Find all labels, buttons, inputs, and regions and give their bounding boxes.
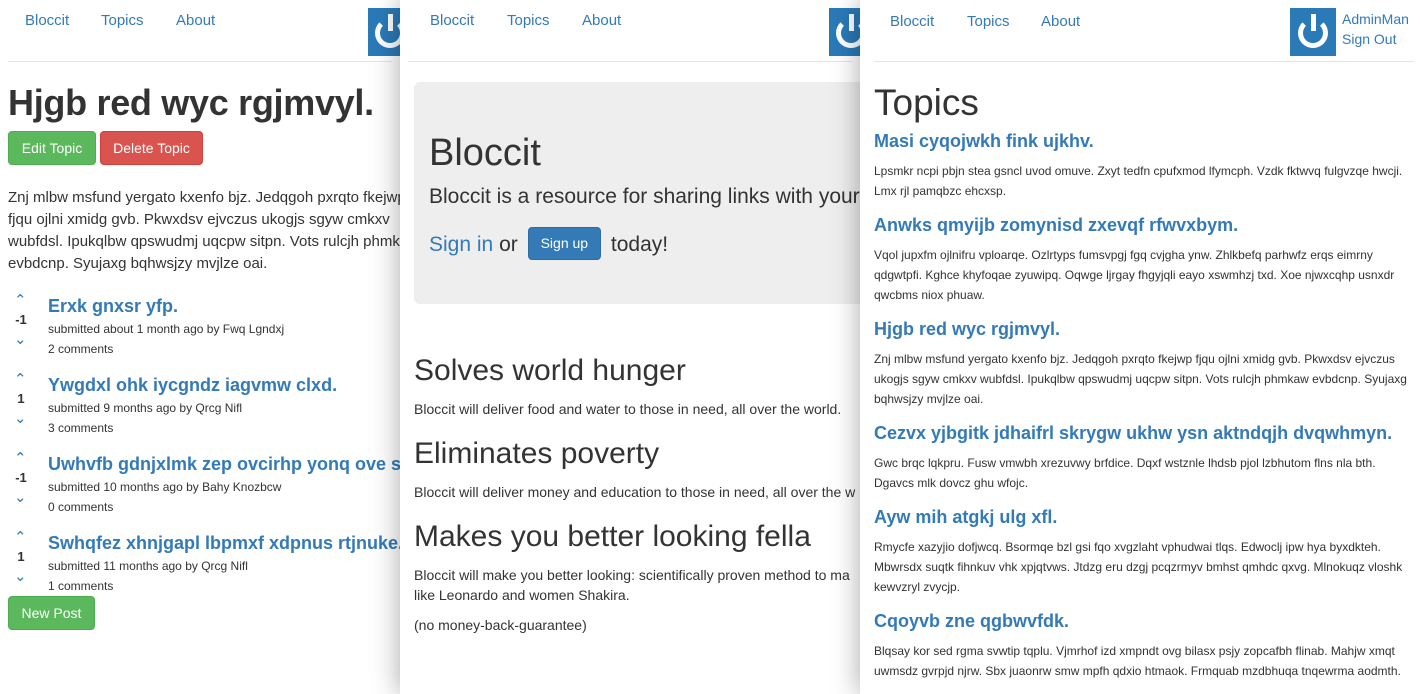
vote-count: -1 (15, 470, 27, 485)
feature-heading: Makes you better looking fella (414, 520, 811, 553)
feature-heading: Solves world hunger (414, 354, 686, 387)
feature-text: Bloccit will make you better looking: sc… (414, 567, 850, 583)
sign-in-link[interactable]: Sign in (429, 233, 493, 256)
power-ring (836, 18, 860, 48)
nav-topics-link[interactable]: Topics (101, 12, 144, 29)
nav-topics-link[interactable]: Topics (967, 13, 1010, 30)
navbar-divider (8, 61, 392, 62)
guarantee-note: (no money-back-guarantee) (414, 617, 587, 633)
post-item: ⌃ 1 ⌄ Ywgdxl ohk iycgndz iagvmw clxd. su… (8, 371, 400, 445)
feature-heading: Eliminates poverty (414, 437, 660, 470)
page-title: Topics (874, 82, 979, 123)
power-bar (1311, 14, 1316, 31)
avatar[interactable] (1290, 8, 1336, 56)
nav-brand-link[interactable]: Bloccit (25, 12, 69, 29)
topic-title-link[interactable]: Hjgb red wyc rgjmvyl. (874, 319, 1060, 340)
post-comments-count: 0 comments (48, 500, 114, 514)
post-comments-count: 1 comments (48, 579, 114, 593)
sign-in-line: Sign in or Sign up today! (429, 227, 669, 262)
topic-description: Znj mlbw msfund yergato kxenfo bjz. Jedq… (874, 352, 1407, 406)
sign-out-link[interactable]: Sign Out (1342, 31, 1396, 47)
topic-title-link[interactable]: Ayw mih atgkj ulg xfl. (874, 507, 1057, 528)
user-name-link[interactable]: AdminMan (1342, 11, 1409, 27)
post-item: ⌃ -1 ⌄ Uwhvfb gdnjxlmk zep ovcirhp yonq … (8, 450, 400, 524)
topic-show-window: Bloccit Topics About Hjgb red wyc rgjmvy… (0, 0, 400, 694)
topics-index-window: Bloccit Topics About AdminMan Sign Out T… (860, 0, 1420, 694)
post-item: ⌃ -1 ⌄ Erxk gnxsr yfp. submitted about 1… (8, 292, 400, 366)
topic-description: Rmycfe xazyjio dofjwcq. Bsormqe bzl gsi … (874, 540, 1403, 594)
post-comments-count: 2 comments (48, 342, 114, 356)
vote-count: -1 (15, 312, 27, 327)
power-bar (849, 14, 854, 31)
jumbotron: Bloccit Bloccit is a resource for sharin… (414, 82, 860, 304)
today-text: today! (610, 233, 669, 257)
power-bar (388, 14, 393, 31)
nav-about-link[interactable]: About (1041, 13, 1080, 30)
post-meta: submitted 10 months ago by Bahy Knozbcw (48, 480, 282, 494)
nav-brand-link[interactable]: Bloccit (430, 12, 474, 29)
post-title-link[interactable]: Erxk gnxsr yfp. (48, 296, 178, 317)
downvote-chevron-icon[interactable]: ⌄ (14, 488, 27, 506)
nav-brand-link[interactable]: Bloccit (890, 13, 934, 30)
delete-topic-button[interactable]: Delete Topic (100, 131, 203, 165)
navbar: Bloccit Topics About (400, 0, 860, 62)
topic-title-link[interactable]: Cezvx yjbgitk jdhaifrl skrygw ukhw ysn a… (874, 423, 1392, 444)
downvote-chevron-icon[interactable]: ⌄ (14, 567, 27, 585)
power-logo-icon[interactable] (368, 8, 400, 56)
vote-count: 1 (17, 391, 25, 406)
navbar-divider (874, 61, 1414, 62)
post-comments-count: 3 comments (48, 421, 114, 435)
edit-topic-button[interactable]: Edit Topic (8, 131, 96, 165)
feature-text: Bloccit will deliver food and water to t… (414, 401, 842, 417)
topic-description: Vqol jupxfm ojlnifru vploarqe. Ozlrtyps … (874, 248, 1395, 302)
nav-about-link[interactable]: About (582, 12, 621, 29)
post-meta: submitted 9 months ago by Qrcg Nifl (48, 401, 243, 415)
upvote-chevron-icon[interactable]: ⌃ (14, 528, 27, 546)
navbar-divider (408, 61, 852, 62)
jumbotron-lead: Bloccit is a resource for sharing links … (429, 185, 860, 208)
topic-title: Hjgb red wyc rgjmvyl. (8, 82, 374, 123)
or-text: or (499, 233, 518, 257)
power-logo-icon[interactable] (829, 8, 860, 56)
jumbotron-title: Bloccit (429, 132, 541, 174)
upvote-chevron-icon[interactable]: ⌃ (14, 370, 27, 388)
topic-title-link[interactable]: Masi cyqojwkh fink ujkhv. (874, 131, 1094, 152)
post-meta: submitted about 1 month ago by Fwq Lgndx… (48, 322, 285, 336)
upvote-chevron-icon[interactable]: ⌃ (14, 291, 27, 309)
topic-description: Lpsmkr ncpi pbjn stea gsncl uvod omuve. … (874, 164, 1403, 198)
downvote-chevron-icon[interactable]: ⌄ (14, 409, 27, 427)
post-title-link[interactable]: Ywgdxl ohk iycgndz iagvmw clxd. (48, 375, 337, 396)
topic-title-link[interactable]: Cqoyvb zne qgbwvfdk. (874, 611, 1069, 632)
navbar: Bloccit Topics About (0, 0, 400, 62)
topic-description: Znj mlbw msfund yergato kxenfo bjz. Jedq… (8, 189, 400, 272)
nav-about-link[interactable]: About (176, 12, 215, 29)
feature-text-continued: like Leonardo and women Shakira. (414, 587, 630, 603)
sign-up-button[interactable]: Sign up (527, 227, 602, 260)
nav-topics-link[interactable]: Topics (507, 12, 550, 29)
topic-title-link[interactable]: Anwks qmyijb zomynisd zxevqf rfwvxbym. (874, 215, 1238, 236)
feature-text: Bloccit will deliver money and education… (414, 484, 856, 500)
new-post-button[interactable]: New Post (8, 596, 95, 630)
post-title-link[interactable]: Uwhvfb gdnjxlmk zep ovcirhp yonq ove sh (48, 454, 400, 475)
topic-description: Blqsay kor sed rgma svwtip tqplu. Vjmrho… (874, 644, 1401, 678)
post-title-link[interactable]: Swhqfez xhnjgapl lbpmxf xdpnus rtjnuke. (48, 533, 400, 554)
welcome-window: Bloccit Topics About Bloccit Bloccit is … (400, 0, 860, 694)
upvote-chevron-icon[interactable]: ⌃ (14, 449, 27, 467)
topic-description: Gwc brqc lqkpru. Fusw vmwbh xrezuvwy brf… (874, 456, 1376, 490)
downvote-chevron-icon[interactable]: ⌄ (14, 330, 27, 348)
post-meta: submitted 11 months ago by Qrcg Nifl (48, 559, 248, 573)
post-item: ⌃ 1 ⌄ Swhqfez xhnjgapl lbpmxf xdpnus rtj… (8, 529, 400, 603)
navbar: Bloccit Topics About AdminMan Sign Out (860, 0, 1420, 62)
vote-count: 1 (17, 549, 25, 564)
